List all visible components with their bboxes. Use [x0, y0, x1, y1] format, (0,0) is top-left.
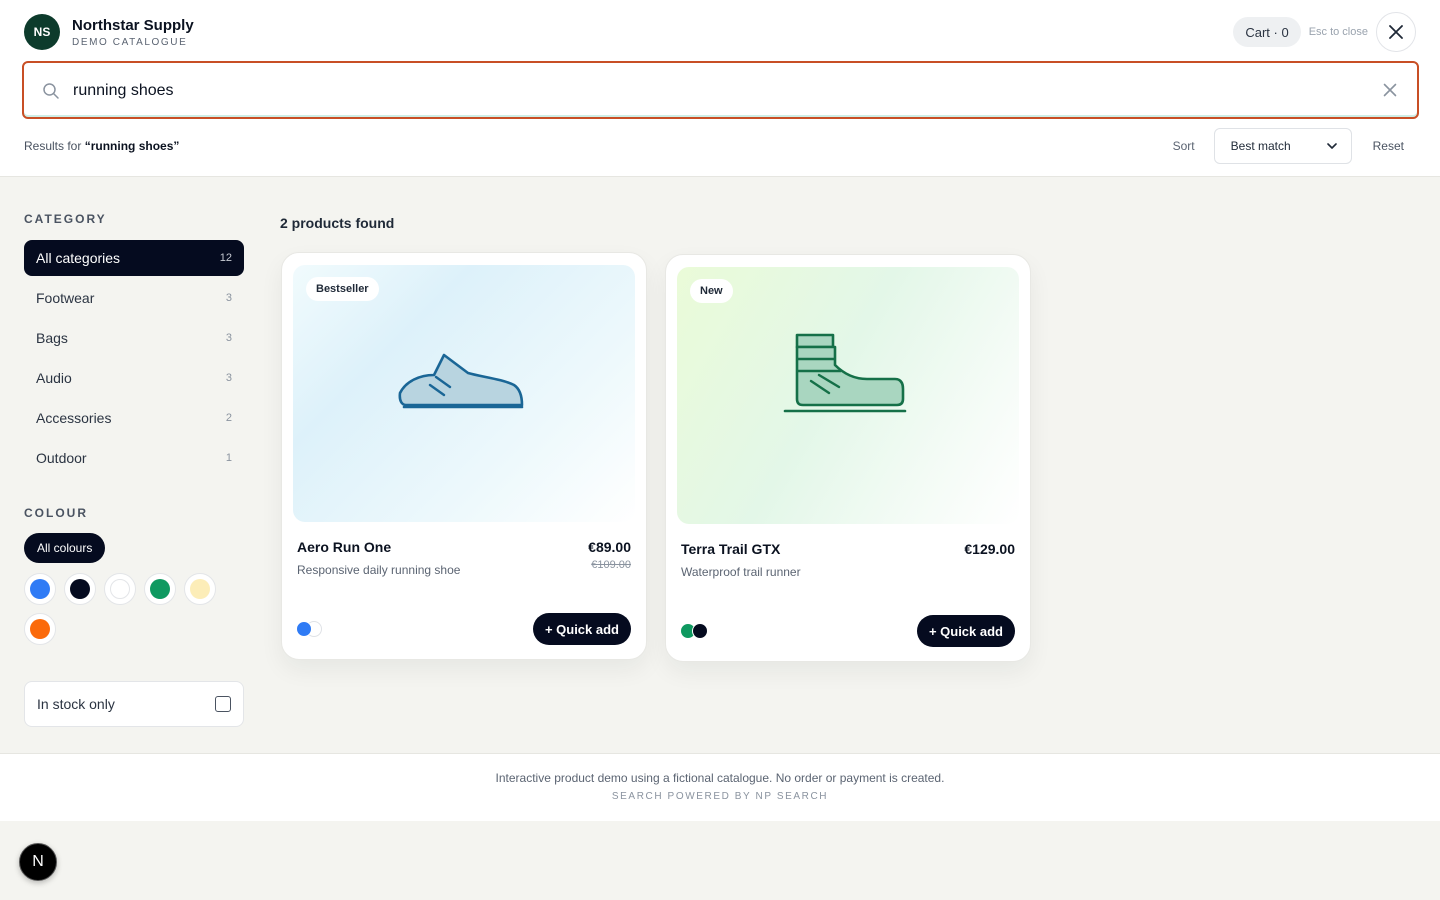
swatch-dot: [30, 579, 50, 599]
product-colour-dot: [692, 623, 708, 639]
category-label: Audio: [36, 370, 72, 386]
search-input[interactable]: [73, 77, 1353, 105]
category-list: All categories 12 Footwear 3 Bags 3 Audi…: [24, 240, 244, 476]
product-card[interactable]: New Terra Trail GTX Waterproof trail run…: [665, 254, 1031, 662]
quick-add-button[interactable]: + Quick add: [532, 613, 631, 645]
sort-select[interactable]: Best match: [1213, 128, 1352, 164]
product-name: Aero Run One: [297, 539, 392, 555]
category-title: CATEGORY: [24, 212, 107, 226]
product-badge: New: [690, 279, 733, 303]
in-stock-checkbox[interactable]: [215, 696, 231, 712]
colour-swatch-cream[interactable]: [184, 573, 216, 605]
category-label: Accessories: [36, 410, 112, 426]
colour-swatches: [24, 573, 244, 653]
product-colour-dot: [296, 621, 312, 637]
results-query: “running shoes”: [84, 139, 180, 153]
category-count: 3: [225, 292, 232, 304]
product-description: Waterproof trail runner: [681, 565, 801, 579]
sort-label: Sort: [1172, 139, 1195, 153]
category-count: 3: [225, 372, 232, 384]
clear-search-icon[interactable]: [1383, 83, 1397, 97]
colour-swatch-navy[interactable]: [64, 573, 96, 605]
product-old-price: €109.00: [591, 559, 631, 571]
product-card[interactable]: Bestseller Aero Run One Responsive daily…: [281, 252, 647, 660]
search-box: [22, 61, 1419, 119]
in-stock-label: In stock only: [37, 696, 115, 712]
product-price: €129.00: [964, 541, 1015, 557]
brand-name: Northstar Supply: [72, 16, 194, 34]
category-item-all[interactable]: All categories 12: [24, 240, 244, 276]
product-colour-options: [680, 623, 712, 641]
category-item-audio[interactable]: Audio 3: [24, 360, 244, 396]
sort-selected-value: Best match: [1230, 139, 1291, 153]
filters-sidebar: CATEGORY All categories 12 Footwear 3 Ba…: [24, 212, 244, 727]
dev-tools-badge[interactable]: N: [19, 843, 57, 881]
category-count: 3: [225, 332, 232, 344]
esc-hint: Esc to close: [1308, 26, 1368, 38]
reset-button[interactable]: Reset: [1373, 139, 1404, 153]
colour-swatch-green[interactable]: [144, 573, 176, 605]
footer-powered-by: SEARCH POWERED BY NP SEARCH: [611, 791, 829, 802]
close-icon: [1389, 25, 1403, 39]
chevron-down-icon: [1326, 143, 1337, 149]
sort-controls: Sort Best match Reset: [1173, 128, 1404, 164]
sneaker-icon: [398, 353, 524, 409]
cart-button[interactable]: Cart · 0: [1233, 17, 1301, 47]
swatch-dot: [110, 579, 130, 599]
boot-icon: [783, 333, 907, 413]
product-description: Responsive daily running shoe: [297, 563, 461, 577]
colour-swatch-orange[interactable]: [24, 613, 56, 645]
category-item-footwear[interactable]: Footwear 3: [24, 280, 244, 316]
swatch-dot: [70, 579, 90, 599]
colour-swatch-white[interactable]: [104, 573, 136, 605]
product-image: New: [677, 267, 1019, 524]
category-count: 12: [219, 252, 232, 264]
product-name: Terra Trail GTX: [681, 541, 781, 557]
quick-add-button[interactable]: + Quick add: [916, 615, 1015, 647]
brand-subtitle: DEMO CATALOGUE: [72, 36, 188, 48]
search-overlay-header: NS Northstar Supply DEMO CATALOGUE Cart …: [0, 0, 1440, 177]
category-item-outdoor[interactable]: Outdoor 1: [24, 440, 244, 476]
category-item-accessories[interactable]: Accessories 2: [24, 400, 244, 436]
category-count: 1: [225, 452, 232, 464]
header-actions: Cart · 0 Esc to close: [1233, 12, 1416, 52]
category-item-bags[interactable]: Bags 3: [24, 320, 244, 356]
search-icon: [43, 83, 59, 99]
footer-note: Interactive product demo using a fiction…: [495, 771, 945, 785]
category-label: All categories: [36, 250, 121, 266]
category-count: 2: [225, 412, 232, 424]
in-stock-toggle[interactable]: In stock only: [24, 681, 244, 727]
product-price: €89.00: [588, 539, 631, 555]
product-colour-options: [296, 621, 328, 639]
category-label: Footwear: [36, 290, 95, 306]
results-prefix: Results for: [24, 139, 82, 153]
brand-text: Northstar Supply DEMO CATALOGUE: [72, 17, 194, 48]
category-label: Bags: [36, 330, 68, 346]
swatch-dot: [150, 579, 170, 599]
product-image: Bestseller: [293, 265, 635, 522]
footer: Interactive product demo using a fiction…: [0, 753, 1440, 821]
colour-swatch-blue[interactable]: [24, 573, 56, 605]
close-button[interactable]: [1376, 12, 1416, 52]
results-summary: Results for “running shoes”: [24, 139, 179, 153]
colour-title: COLOUR: [24, 506, 88, 520]
all-colours-chip[interactable]: All colours: [24, 533, 106, 563]
brand: NS Northstar Supply DEMO CATALOGUE: [24, 14, 194, 50]
product-badge: Bestseller: [306, 277, 379, 301]
products-found-count: 2 products found: [280, 215, 395, 231]
brand-logo: NS: [24, 14, 60, 50]
category-label: Outdoor: [36, 450, 87, 466]
swatch-dot: [30, 619, 50, 639]
swatch-dot: [190, 579, 210, 599]
